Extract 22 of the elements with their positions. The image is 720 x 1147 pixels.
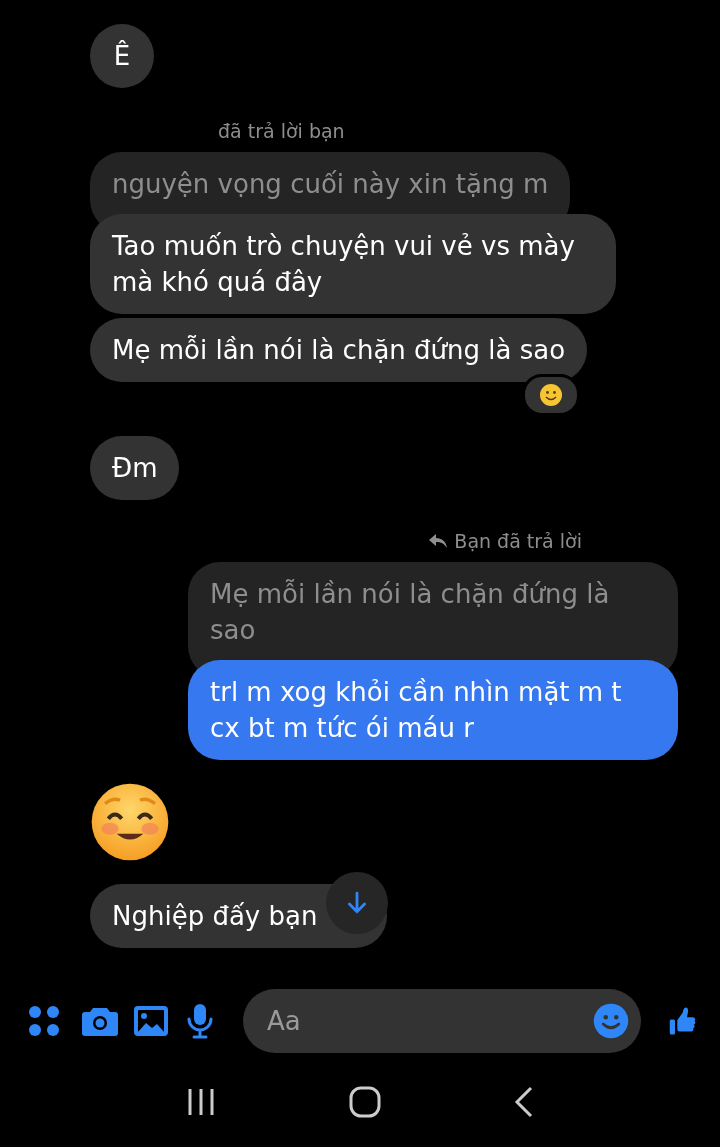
message-bubble: Mẹ mỗi lần nói là chặn đứng là sao: [90, 318, 588, 382]
camera-icon: [80, 1005, 119, 1037]
smiley-icon: [539, 383, 563, 407]
composer-field[interactable]: Aa: [242, 989, 641, 1053]
emoji-icon[interactable]: [592, 1003, 629, 1039]
rounded-square-icon: [349, 1086, 381, 1118]
reply-arrow-icon: [428, 533, 449, 549]
message-bubble: trl m xog khỏi cần nhìn mặt m t cx bt m tức ói máu r: [188, 660, 678, 760]
reply-label: đã trả lời bạn: [218, 120, 345, 142]
three-bars-icon: [186, 1087, 217, 1117]
microphone-icon: [186, 1003, 215, 1039]
message-bubble: Đm: [90, 436, 180, 500]
four-dots-icon: [28, 1005, 60, 1037]
back-button[interactable]: [513, 1086, 534, 1118]
image-icon: [133, 1005, 170, 1037]
recent-apps-button[interactable]: [186, 1087, 217, 1117]
reply-label: Bạn đã trả lời: [454, 530, 582, 552]
message-input[interactable]: Aa: [264, 1005, 593, 1037]
message-bubble: Tao muốn trò chuyện vui vẻ vs mày mà khó quá đây: [90, 214, 616, 314]
message-bubble: Ê: [90, 24, 154, 88]
home-button[interactable]: [349, 1086, 381, 1118]
chevron-left-icon: [513, 1086, 534, 1118]
